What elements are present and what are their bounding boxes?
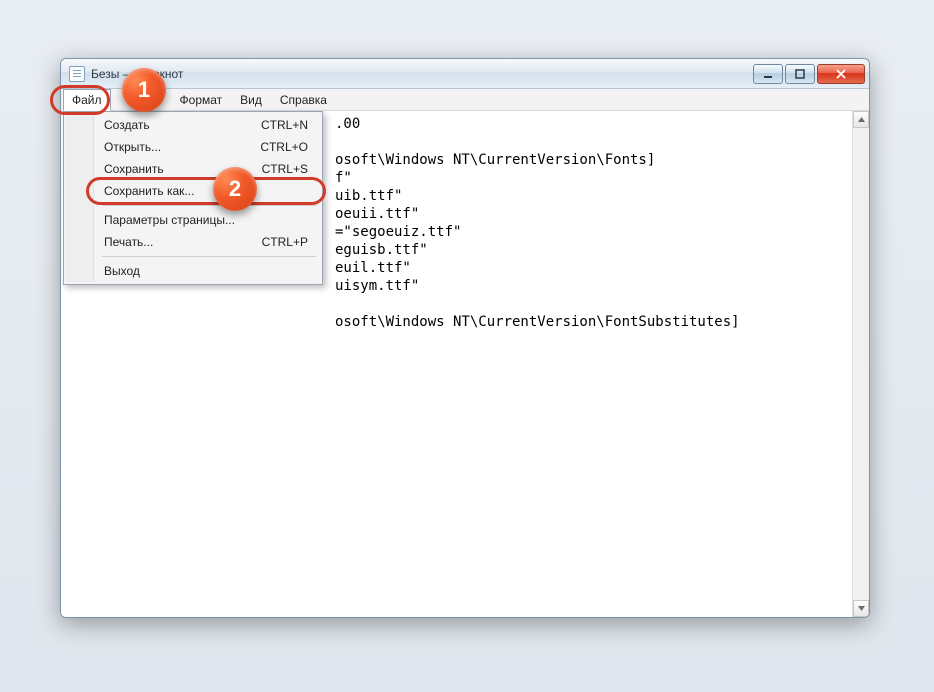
menu-format[interactable]: Формат	[171, 89, 232, 110]
document-icon	[69, 66, 85, 82]
menu-help-label: Справка	[280, 93, 327, 107]
title-prefix: Безы	[91, 67, 119, 81]
menu-item-open-accel: CTRL+O	[260, 140, 308, 154]
menu-item-page-setup-label: Параметры страницы...	[94, 213, 308, 227]
menu-item-print[interactable]: Печать... CTRL+P	[66, 231, 320, 253]
scroll-up-button[interactable]	[853, 111, 869, 128]
menu-item-open[interactable]: Открыть... CTRL+O	[66, 136, 320, 158]
notepad-window: Безы — Блокнот Файл Формат Вид Справка	[60, 58, 870, 618]
menu-view[interactable]: Вид	[231, 89, 271, 110]
menu-item-print-label: Печать...	[94, 235, 262, 249]
menu-item-new[interactable]: Создать CTRL+N	[66, 114, 320, 136]
menu-file[interactable]: Файл	[63, 89, 111, 111]
titlebar[interactable]: Безы — Блокнот	[61, 59, 869, 89]
menu-item-open-label: Открыть...	[94, 140, 260, 154]
menu-separator	[66, 202, 320, 209]
menu-item-save-as-label: Сохранить как...	[94, 184, 308, 198]
menu-item-exit-label: Выход	[94, 264, 308, 278]
menu-format-label: Формат	[180, 93, 223, 107]
menu-file-label: Файл	[72, 93, 102, 107]
menu-item-save-accel: CTRL+S	[262, 162, 308, 176]
menu-view-label: Вид	[240, 93, 262, 107]
minimize-button[interactable]	[753, 64, 783, 84]
title-suffix: — Блокнот	[119, 67, 183, 81]
menubar: Файл Формат Вид Справка	[61, 89, 869, 111]
close-button[interactable]	[817, 64, 865, 84]
menu-item-print-accel: CTRL+P	[262, 235, 308, 249]
menu-item-new-label: Создать	[94, 118, 261, 132]
editor-line: osoft\Windows NT\CurrentVersion\FontSubs…	[67, 313, 863, 331]
maximize-button[interactable]	[785, 64, 815, 84]
scroll-down-button[interactable]	[853, 600, 869, 617]
menu-item-page-setup[interactable]: Параметры страницы...	[66, 209, 320, 231]
window-title: Безы — Блокнот	[91, 67, 183, 81]
menu-item-save-as[interactable]: Сохранить как...	[66, 180, 320, 202]
vertical-scrollbar[interactable]	[852, 111, 869, 617]
menu-separator	[66, 253, 320, 260]
window-controls	[751, 64, 867, 84]
editor-line	[67, 295, 863, 313]
menu-help[interactable]: Справка	[271, 89, 336, 110]
menu-item-save[interactable]: Сохранить CTRL+S	[66, 158, 320, 180]
menu-item-save-label: Сохранить	[94, 162, 262, 176]
menu-item-exit[interactable]: Выход	[66, 260, 320, 282]
menu-item-new-accel: CTRL+N	[261, 118, 308, 132]
file-dropdown: Создать CTRL+N Открыть... CTRL+O Сохрани…	[63, 111, 323, 285]
